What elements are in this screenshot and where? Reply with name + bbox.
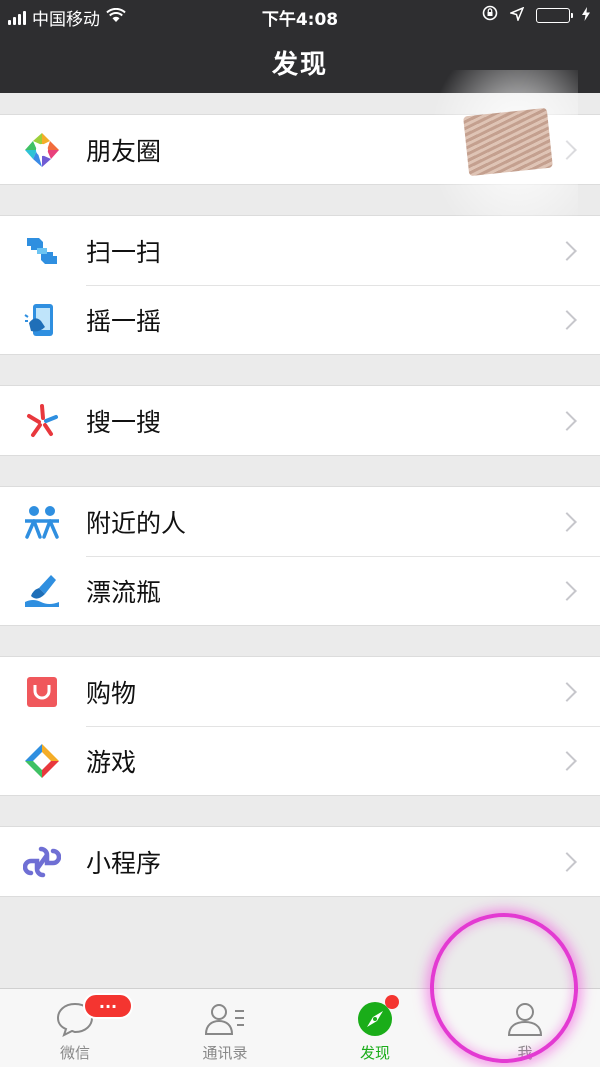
menu-item-label: 摇一摇 [86,306,162,336]
tab-discover[interactable]: 发现 [300,989,450,1067]
charging-icon [582,6,590,26]
search-icon [22,401,62,441]
menu-item-shopping[interactable]: 购物 [0,657,600,726]
menu-item-label: 小程序 [86,848,162,878]
chevron-right-icon [557,240,577,261]
drift-bottle-icon [22,571,62,611]
rotation-lock-icon [482,5,498,26]
location-arrow-icon [508,6,525,26]
moments-icon [22,130,62,170]
menu-group-search: 搜一搜 [0,385,600,456]
chevron-right-icon [557,750,577,771]
menu-item-label: 游戏 [86,747,137,777]
status-bar: 中国移动 下午4:08 [0,0,600,32]
tab-label: 发现 [359,1044,390,1062]
menu-item-search[interactable]: 搜一搜 [0,386,600,455]
scan-icon [22,231,62,271]
menu-item-scan[interactable]: 扫一扫 [0,216,600,285]
menu-item-label: 搜一搜 [86,407,162,437]
chevron-right-icon [557,851,577,872]
mini-program-icon [22,842,62,882]
tab-label: 我 [517,1044,533,1062]
battery-icon [536,8,573,23]
menu-item-label: 漂流瓶 [86,577,162,607]
tab-chats[interactable]: ··· 微信 [0,989,150,1067]
menu-item-people-nearby[interactable]: 附近的人 [0,487,600,556]
tab-contacts[interactable]: 通讯录 [150,989,300,1067]
chevron-right-icon [557,511,577,532]
tab-label: 微信 [59,1044,90,1062]
chevron-right-icon [557,309,577,330]
tab-label: 通讯录 [202,1044,248,1062]
page-title: 发现 [0,32,600,93]
menu-group-scan-shake: 扫一扫 摇一摇 [0,215,600,355]
status-right [482,5,590,26]
shopping-icon [22,672,62,712]
menu-item-label: 附近的人 [86,508,187,538]
menu-item-moments[interactable]: 朋友圈 [0,115,600,184]
chevron-right-icon [557,580,577,601]
chevron-right-icon [557,681,577,702]
tab-bar: ··· 微信 通讯录 发现 我 [0,988,600,1067]
chevron-right-icon [557,139,577,160]
person-icon [503,999,547,1039]
menu-item-label: 朋友圈 [86,136,162,166]
menu-item-drift-bottle[interactable]: 漂流瓶 [0,556,600,625]
menu-group-moments: 朋友圈 [0,114,600,185]
shake-icon [22,300,62,340]
compass-icon [353,995,399,1039]
tab-me[interactable]: 我 [450,989,600,1067]
chevron-right-icon [557,410,577,431]
people-nearby-icon [22,502,62,542]
menu-item-games[interactable]: 游戏 [0,726,600,795]
menu-group-shopping-games: 购物 游戏 [0,656,600,796]
menu-group-mini-programs: 小程序 [0,826,600,897]
menu-group-nearby: 附近的人 漂流瓶 [0,486,600,626]
contacts-icon [203,999,247,1039]
menu-item-label: 扫一扫 [86,237,162,267]
menu-item-label: 购物 [86,678,137,708]
chat-bubble-icon: ··· [53,993,133,1039]
menu-item-mini-programs[interactable]: 小程序 [0,827,600,896]
unread-badge: ··· [83,993,133,1019]
games-icon [22,741,62,781]
notification-dot [385,995,399,1009]
menu-item-shake[interactable]: 摇一摇 [0,285,600,354]
